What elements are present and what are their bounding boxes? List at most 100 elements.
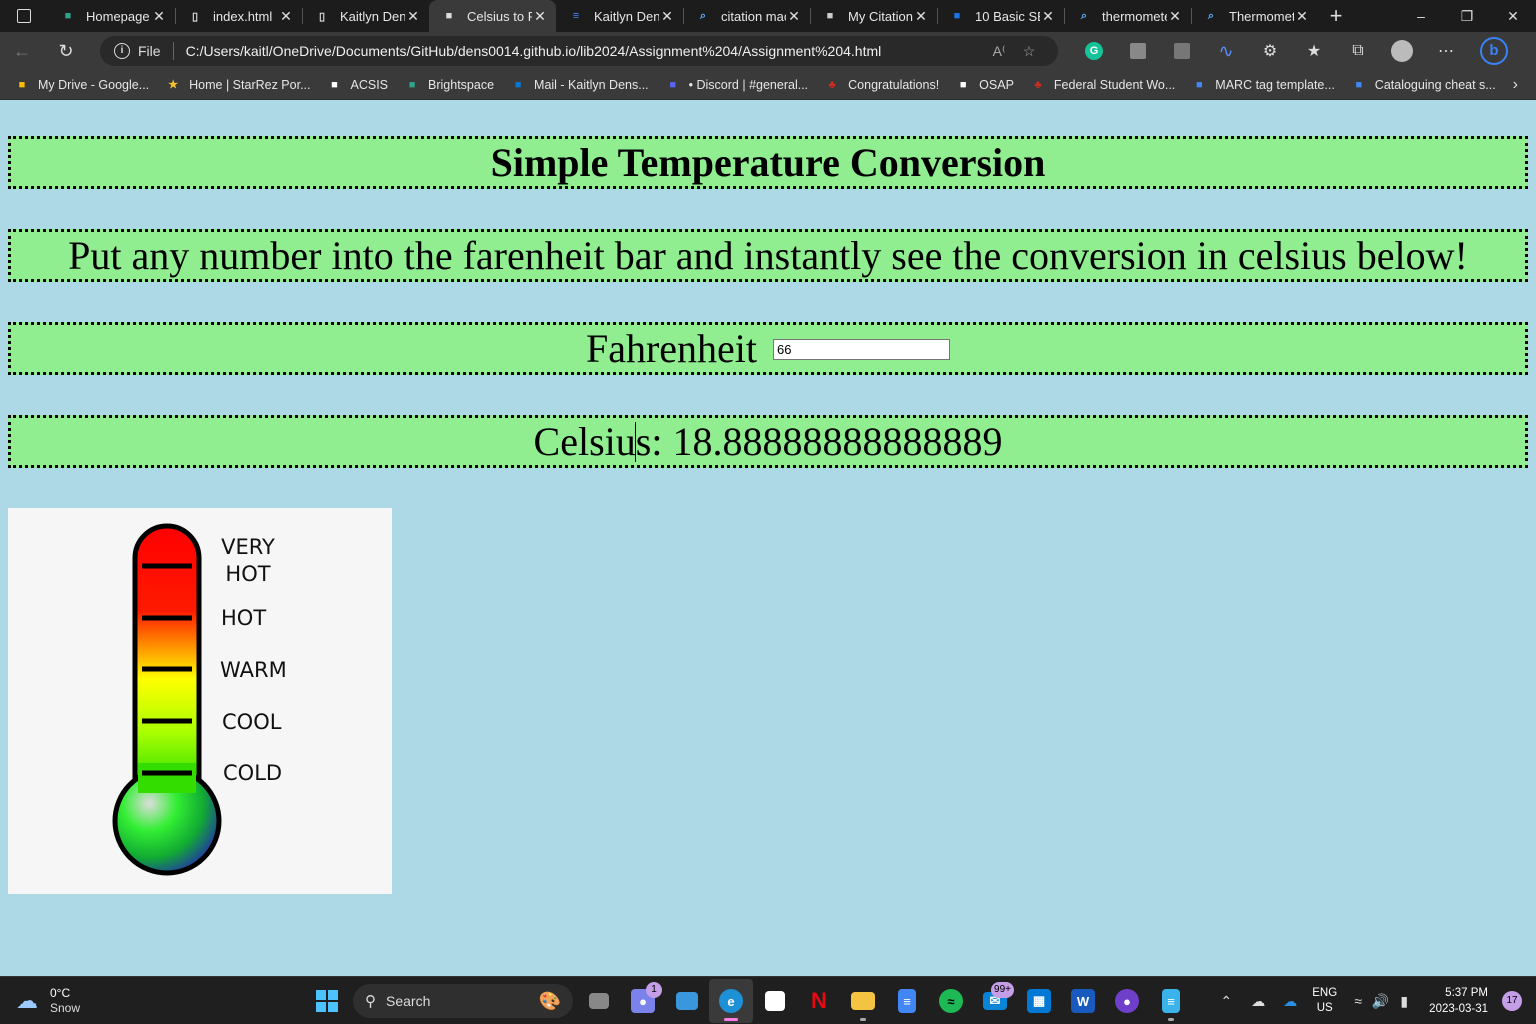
tab-9[interactable]: ⌕ thermometer✕ [1064,0,1191,32]
tab-actions-button[interactable] [0,0,48,32]
bookmarks-overflow-chevron-icon[interactable]: › [1513,76,1518,94]
close-window-button[interactable]: ✕ [1490,0,1536,32]
word-button[interactable]: W [1061,979,1105,1023]
battery-icon[interactable]: ▮ [1391,993,1417,1010]
store-button[interactable] [753,979,797,1023]
tab-2[interactable]: ▯ index.html ✕ [175,0,302,32]
spotify-icon: ≈ [939,989,963,1013]
bing-chat-button[interactable]: b [1472,32,1516,70]
close-tab-icon[interactable]: ✕ [1167,8,1183,24]
extension-button-3[interactable]: ∿ [1204,32,1248,70]
mla-icon: ■ [826,10,834,22]
show-hidden-icons-chevron-icon[interactable]: ⌃ [1210,993,1242,1010]
bookmark-2[interactable]: ★ Home | StarRez Por... [165,77,310,93]
notification-count-badge[interactable]: 17 [1502,991,1522,1011]
bookmark-3[interactable]: ■ ACSIS [327,77,388,93]
tab-4[interactable]: ■ Celsius to Fa✕ [429,0,556,32]
tab-3[interactable]: ▯ Kaitlyn Dens✕ [302,0,429,32]
google-docs-button[interactable]: ≡ [885,979,929,1023]
label-warm: WARM [220,658,287,682]
close-tab-icon[interactable]: ✕ [405,8,421,24]
file-explorer-button[interactable] [841,979,885,1023]
tab-title: Celsius to Fa [467,8,532,24]
clock[interactable]: 5:37 PM 2023-03-31 [1429,985,1488,1017]
more-menu-button[interactable]: ⋯ [1424,32,1468,70]
onedrive-icon[interactable]: ☁ [1274,993,1306,1010]
bookmarks-bar: ■ My Drive - Google... ★ Home | StarRez Por… [0,70,1536,100]
extensions-button[interactable]: ⚙ [1248,32,1292,70]
file-icon: ▯ [318,10,326,23]
wifi-icon[interactable]: ≈ [1347,993,1369,1009]
favorites-button[interactable]: ★ [1292,32,1336,70]
edge-taskbar-button[interactable]: e [709,979,753,1023]
bookmark-blue-icon: ■ [953,10,961,22]
teams-chat-button[interactable]: ● 1 [621,979,665,1023]
tab-5[interactable]: ≡ Kaitlyn Dens✕ [556,0,683,32]
back-button[interactable]: ← [0,32,44,70]
netflix-button[interactable]: N [797,979,841,1023]
word-icon: W [1071,989,1095,1013]
extension-button-2[interactable] [1160,32,1204,70]
grammarly-extension-button[interactable]: G [1072,32,1116,70]
browser-toolbar: ← ↻ i File C:/Users/kaitl/OneDrive/Docum… [0,32,1536,70]
google-docs-icon: ■ [1195,78,1203,91]
github-desktop-button[interactable]: ● [1105,979,1149,1023]
close-tab-icon[interactable]: ✕ [532,8,548,24]
tab-1[interactable]: ■ Homepage ✕ [48,0,175,32]
close-tab-icon[interactable]: ✕ [1294,8,1310,24]
profile-button[interactable] [1380,32,1424,70]
taskbar-search[interactable]: ⚲ Search 🎨 [353,984,573,1018]
restore-button[interactable]: ❐ [1444,0,1490,32]
store-icon [765,991,785,1011]
read-aloud-icon[interactable]: A⁽ [984,43,1014,60]
extension-button-1[interactable] [1116,32,1160,70]
edge-icon: e [719,989,743,1013]
task-view-icon [589,993,609,1009]
tab-7[interactable]: ■ My Citation ✕ [810,0,937,32]
task-view-button[interactable] [577,979,621,1023]
refresh-button[interactable]: ↻ [44,32,88,70]
bookmark-4[interactable]: ■ Brightspace [404,77,494,93]
tab-6[interactable]: ⌕ citation mac ✕ [683,0,810,32]
new-tab-button[interactable]: + [1318,0,1354,32]
notepad-button[interactable]: ≡ [1149,979,1193,1023]
url-text[interactable]: C:/Users/kaitl/OneDrive/Documents/GitHub… [186,43,984,59]
bookmark-6[interactable]: ■ • Discord | #general... [665,77,808,93]
fahrenheit-input[interactable] [773,339,951,361]
language-indicator[interactable]: ENG US [1312,986,1337,1016]
widgets-button[interactable] [665,979,709,1023]
bookmark-label: Federal Student Wo... [1053,77,1176,92]
bookmark-7[interactable]: ♣ Congratulations! [824,77,940,93]
address-bar[interactable]: i File C:/Users/kaitl/OneDrive/Documents… [100,36,1058,66]
bookmark-10[interactable]: ■ MARC tag template... [1191,77,1335,93]
tab-8[interactable]: ■ 10 Basic SEC✕ [937,0,1064,32]
close-tab-icon[interactable]: ✕ [659,8,675,24]
close-tab-icon[interactable]: ✕ [786,8,802,24]
volume-icon[interactable]: 🔊 [1369,993,1391,1010]
bookmark-label: Home | StarRez Por... [189,77,311,92]
close-tab-icon[interactable]: ✕ [151,8,167,24]
minimize-button[interactable]: – [1398,0,1444,32]
close-tab-icon[interactable]: ✕ [1040,8,1056,24]
spotify-button[interactable]: ≈ [929,979,973,1023]
bookmark-1[interactable]: ■ My Drive - Google... [14,77,149,93]
tab-title: Kaitlyn Dens [594,8,659,24]
close-tab-icon[interactable]: ✕ [278,8,294,24]
info-icon[interactable]: i [114,43,130,59]
start-button[interactable] [305,979,349,1023]
google-docs-icon: ≡ [572,10,580,22]
close-tab-icon[interactable]: ✕ [913,8,929,24]
add-favorite-icon[interactable]: ☆ [1014,43,1044,60]
mail-button[interactable]: ✉ 99+ [973,979,1017,1023]
calendar-button[interactable]: ▦ [1017,979,1061,1023]
onedrive-personal-icon[interactable]: ☁ [1242,993,1274,1010]
tab-10[interactable]: ⌕ Thermomet ✕ [1191,0,1318,32]
bookmark-8[interactable]: ■ OSAP [955,77,1014,93]
bookmark-11[interactable]: ■ Cataloguing cheat s... [1351,77,1495,93]
netflix-icon: N [811,988,827,1013]
collections-button[interactable]: ⧉ [1336,32,1380,70]
bookmark-5[interactable]: ■ Mail - Kaitlyn Dens... [510,77,649,93]
weather-widget[interactable]: ☁ 0°C Snow [16,986,136,1016]
windows-taskbar: ☁ 0°C Snow ⚲ Search 🎨 ● 1 e N ≡ ≈ ✉ 99+ ▦ … [0,976,1536,1024]
bookmark-9[interactable]: ♣ Federal Student Wo... [1030,77,1175,93]
